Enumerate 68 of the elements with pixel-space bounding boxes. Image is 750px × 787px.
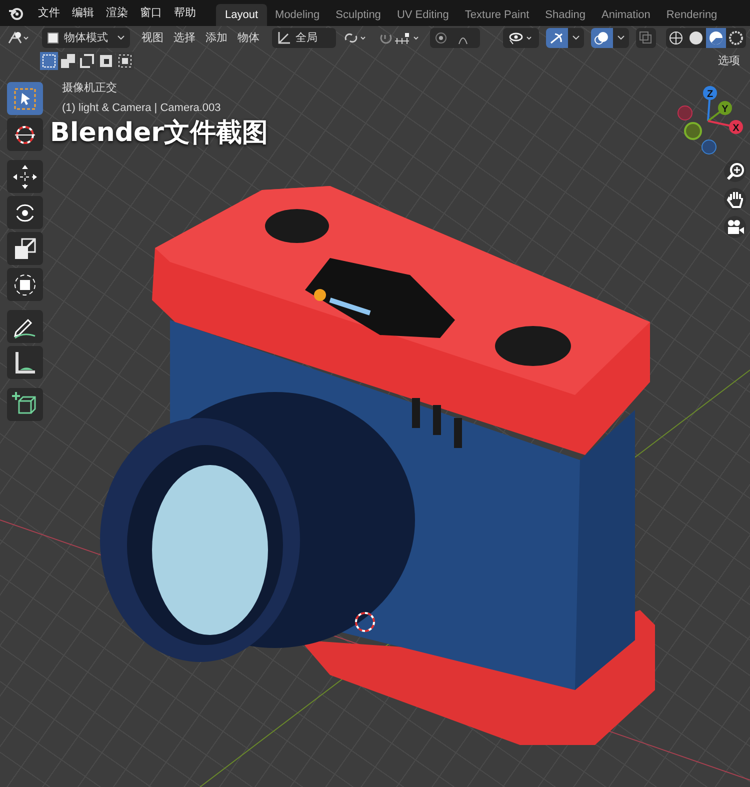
axis-label: Y xyxy=(722,104,728,115)
movie-camera-button[interactable] xyxy=(724,216,746,238)
select-mode-button[interactable] xyxy=(78,52,96,70)
tool-button[interactable] xyxy=(7,118,43,151)
orientation-dropdown[interactable]: 全局 xyxy=(272,28,336,48)
tool-button[interactable] xyxy=(7,346,43,379)
workspace-tab[interactable]: Texture Paint xyxy=(456,4,538,26)
zoom-button[interactable] xyxy=(724,160,746,182)
menu-item[interactable]: 帮助 xyxy=(168,4,202,22)
visibility-toggle[interactable] xyxy=(503,28,539,48)
caption: Blender文件截图 xyxy=(50,117,268,150)
menu-item[interactable]: 窗口 xyxy=(134,4,168,22)
3d-cursor-icon xyxy=(355,612,375,632)
chevron-down-icon xyxy=(617,35,625,41)
axis-label: X xyxy=(732,123,740,134)
blender-logo-icon[interactable] xyxy=(8,6,24,20)
xray-toggle[interactable] xyxy=(636,28,656,48)
workspace-tab[interactable]: Animation xyxy=(594,4,658,26)
select-mode-button[interactable] xyxy=(59,52,77,70)
chevron-down-icon xyxy=(116,35,125,41)
gizmo-toggle[interactable] xyxy=(546,28,568,48)
proportional-edit-button[interactable] xyxy=(430,28,480,48)
overlay-icon xyxy=(594,31,610,45)
tool-button[interactable] xyxy=(7,268,43,301)
workspace-tab[interactable]: UV Editing xyxy=(388,4,457,26)
header-menu[interactable]: 添加 xyxy=(206,30,228,46)
workspace-tab[interactable]: Layout xyxy=(216,4,268,26)
tool-button[interactable] xyxy=(7,388,43,421)
axis-label: Z xyxy=(706,89,714,100)
negative-z-axis-handle[interactable] xyxy=(702,140,716,154)
select-mode-button[interactable] xyxy=(116,52,134,70)
workspace-tab[interactable]: Sculpting xyxy=(328,4,389,26)
mode-dropdown[interactable]: 物体模式 xyxy=(42,28,130,48)
select-mode-button[interactable] xyxy=(97,52,115,70)
tool-button[interactable] xyxy=(7,196,43,229)
header-menu[interactable]: 视图 xyxy=(142,30,164,46)
negative-y-axis-handle[interactable] xyxy=(684,122,702,140)
axis-handle[interactable]: X xyxy=(708,120,743,134)
chevron-down-icon xyxy=(572,35,580,41)
hand-button[interactable] xyxy=(724,188,746,210)
header-menu[interactable]: 物体 xyxy=(238,30,260,46)
axis-handle[interactable]: Y xyxy=(707,101,732,122)
editor-type-icon xyxy=(7,31,31,45)
workspace-tab[interactable]: Rendering xyxy=(658,4,726,26)
overlay-toggle[interactable] xyxy=(591,28,613,48)
workspace-tab[interactable]: Modeling xyxy=(267,4,328,26)
view-name: 摄像机正交 xyxy=(62,80,118,96)
header-menu[interactable]: 选择 xyxy=(174,30,196,46)
tool-button[interactable] xyxy=(7,160,43,193)
tool-button[interactable] xyxy=(7,310,43,343)
workspace-tab[interactable]: Shading xyxy=(537,4,594,26)
collection-label: (1) light & Camera | Camera.003 xyxy=(62,100,221,116)
tool-button[interactable] xyxy=(7,232,43,265)
menu-item[interactable]: 渲染 xyxy=(100,4,134,22)
negative-x-axis-handle[interactable] xyxy=(678,106,692,120)
xray-icon xyxy=(639,31,653,45)
material-shading-button[interactable] xyxy=(706,28,726,48)
axis-handle[interactable]: Z xyxy=(703,86,717,122)
dropdown-button[interactable] xyxy=(613,28,629,48)
dropdown-button[interactable] xyxy=(568,28,584,48)
rendered-shading-button[interactable] xyxy=(726,28,746,48)
options-menu[interactable]: 选项 xyxy=(718,52,740,70)
select-mode-button[interactable] xyxy=(40,52,58,70)
menu-item[interactable]: 编辑 xyxy=(66,4,100,22)
gizmo-icon xyxy=(549,31,565,45)
cube-mode-icon xyxy=(47,32,59,44)
axes-icon xyxy=(276,31,291,45)
menu-item[interactable]: 文件 xyxy=(32,4,66,22)
